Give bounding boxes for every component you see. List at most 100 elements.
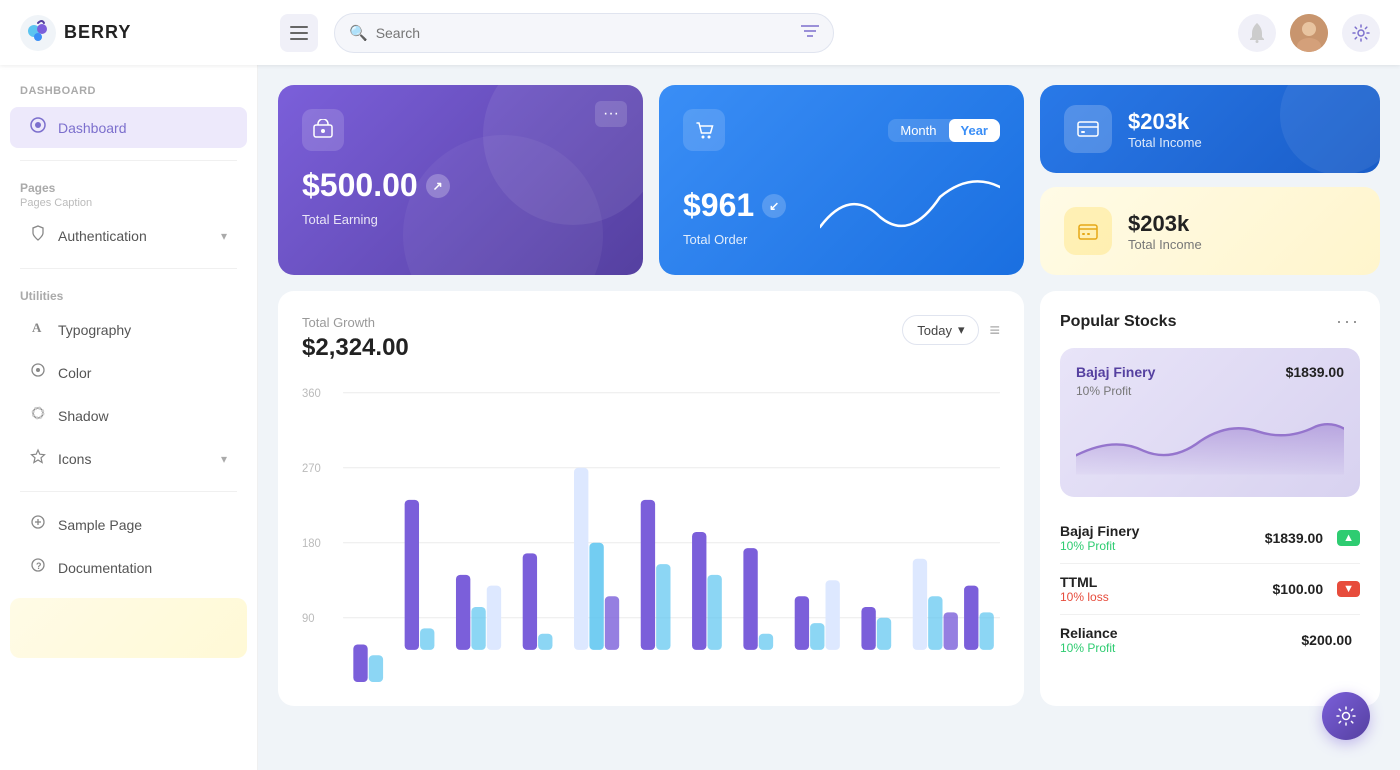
sidebar-item-icons[interactable]: Icons ▾ [10, 438, 247, 479]
order-toggle: Month Year [888, 119, 1000, 142]
sidebar-item-dashboard[interactable]: Dashboard [10, 107, 247, 148]
featured-stock-name: Bajaj Finery [1076, 364, 1155, 380]
logo-area: BERRY [20, 15, 260, 51]
stock-row-bajaj: Bajaj Finery 10% Profit $1839.00 ▲ [1060, 513, 1360, 564]
settings-button[interactable] [1342, 14, 1380, 52]
sidebar-item-typography[interactable]: A Typography [10, 309, 247, 350]
income-yellow-amount: $203k [1128, 211, 1202, 237]
featured-stock-chart [1076, 406, 1344, 476]
hamburger-button[interactable] [280, 14, 318, 52]
stocks-title: Popular Stocks [1060, 313, 1176, 331]
search-icon: 🔍 [349, 24, 368, 42]
stats-row: ··· $500.00 ↗ Total Earning [278, 85, 1380, 275]
earning-label: Total Earning [302, 212, 619, 227]
income-blue-icon [1064, 105, 1112, 153]
stock-ttml-info: TTML 10% loss [1060, 574, 1109, 604]
order-amount: $961 ↙ [683, 187, 786, 224]
berry-logo-icon [20, 15, 56, 51]
featured-stock: Bajaj Finery $1839.00 10% Profit [1060, 348, 1360, 497]
svg-text:180: 180 [302, 538, 321, 550]
dashboard-icon [30, 117, 46, 138]
card-income-blue: $203k Total Income [1040, 85, 1380, 173]
stock-ttml-price: $100.00 [1273, 581, 1324, 597]
app-header: BERRY 🔍 [0, 0, 1400, 65]
typography-icon: A [30, 319, 46, 340]
order-label: Total Order [683, 232, 786, 247]
earning-amount: $500.00 ↗ [302, 167, 619, 204]
today-filter-button[interactable]: Today ▾ [902, 315, 979, 345]
icons-label: Icons [58, 451, 91, 467]
stock-ttml-price-group: $100.00 ▼ [1273, 581, 1361, 597]
sidebar-item-color[interactable]: Color [10, 352, 247, 393]
main-layout: Dashboard Dashboard Pages Pages Caption … [0, 65, 1400, 770]
toggle-year-button[interactable]: Year [949, 119, 1000, 142]
avatar[interactable] [1290, 14, 1328, 52]
sidebar-divider-1 [20, 160, 237, 161]
chevron-down-icon: ▾ [958, 322, 965, 338]
stock-bajaj-name: Bajaj Finery [1060, 523, 1139, 539]
documentation-icon: ? [30, 557, 46, 578]
header-right [1238, 14, 1380, 52]
featured-stock-price: $1839.00 [1286, 364, 1344, 380]
stock-reliance-price: $200.00 [1301, 632, 1352, 648]
stock-reliance-change: 10% Profit [1060, 641, 1118, 655]
chart-menu-button[interactable]: ≡ [989, 320, 1000, 341]
svg-text:270: 270 [302, 463, 321, 475]
order-bottom: $961 ↙ Total Order [683, 167, 1000, 247]
stock-ttml-badge: ▼ [1337, 581, 1360, 597]
stock-row-reliance: Reliance 10% Profit $200.00 [1060, 615, 1360, 665]
earning-more-button[interactable]: ··· [595, 101, 627, 127]
notification-button[interactable] [1238, 14, 1276, 52]
color-icon [30, 362, 46, 383]
card-right-column: $203k Total Income $203k [1040, 85, 1380, 275]
order-wave-chart [786, 167, 1000, 247]
chart-amount: $2,324.00 [302, 334, 409, 362]
svg-text:90: 90 [302, 613, 315, 625]
sidebar-item-dashboard-label: Dashboard [58, 120, 127, 136]
sidebar-pages-label: Pages Pages Caption [0, 173, 257, 213]
sidebar: Dashboard Dashboard Pages Pages Caption … [0, 65, 258, 770]
authentication-label: Authentication [58, 228, 147, 244]
chart-header: Total Growth $2,324.00 Today ▾ ≡ [302, 315, 1000, 362]
search-input[interactable] [376, 25, 793, 41]
stocks-more-button[interactable]: ··· [1336, 311, 1360, 332]
earning-trend-icon: ↗ [426, 174, 450, 198]
stock-row-ttml: TTML 10% loss $100.00 ▼ [1060, 564, 1360, 615]
bar-chart-area: 360 270 180 90 [302, 382, 1000, 682]
bottom-row: Total Growth $2,324.00 Today ▾ ≡ [278, 291, 1380, 706]
stock-bajaj-badge: ▲ [1337, 530, 1360, 546]
income-blue-text: $203k Total Income [1128, 109, 1202, 150]
svg-text:?: ? [36, 561, 42, 571]
popular-stocks-card: Popular Stocks ··· Bajaj Finery $1839.00… [1040, 291, 1380, 706]
stock-ttml-change: 10% loss [1060, 590, 1109, 604]
featured-stock-profit: 10% Profit [1076, 384, 1344, 398]
fab-settings-button[interactable] [1322, 692, 1370, 740]
income-yellow-text: $203k Total Income [1128, 211, 1202, 252]
card-total-order: Month Year $961 ↙ Total Order [659, 85, 1024, 275]
icons-icon [30, 448, 46, 469]
stock-bajaj-change: 10% Profit [1060, 539, 1139, 553]
stock-bajaj-info: Bajaj Finery 10% Profit [1060, 523, 1139, 553]
chart-info: Total Growth $2,324.00 [302, 315, 409, 362]
sidebar-divider-3 [20, 491, 237, 492]
sidebar-section-dashboard: Dashboard [0, 85, 257, 105]
search-bar: 🔍 [334, 13, 834, 53]
sidebar-item-sample-page[interactable]: Sample Page [10, 504, 247, 545]
stock-list: Bajaj Finery 10% Profit $1839.00 ▲ TTML … [1060, 513, 1360, 665]
stock-reliance-price-group: $200.00 [1301, 632, 1360, 648]
sample-page-label: Sample Page [58, 517, 142, 533]
sample-page-icon [30, 514, 46, 535]
sidebar-bottom-banner [10, 598, 247, 658]
sidebar-item-documentation[interactable]: ? Documentation [10, 547, 247, 588]
bar-chart-svg: 360 270 180 90 [302, 382, 1000, 682]
income-blue-label: Total Income [1128, 135, 1202, 150]
sidebar-item-authentication[interactable]: Authentication ▾ [10, 215, 247, 256]
toggle-month-button[interactable]: Month [888, 119, 948, 142]
svg-text:A: A [32, 320, 42, 335]
color-label: Color [58, 365, 91, 381]
typography-label: Typography [58, 322, 131, 338]
filter-icon-button[interactable] [801, 24, 819, 41]
order-trend-icon: ↙ [762, 194, 786, 218]
sidebar-item-shadow[interactable]: Shadow [10, 395, 247, 436]
stock-bajaj-price: $1839.00 [1265, 530, 1323, 546]
